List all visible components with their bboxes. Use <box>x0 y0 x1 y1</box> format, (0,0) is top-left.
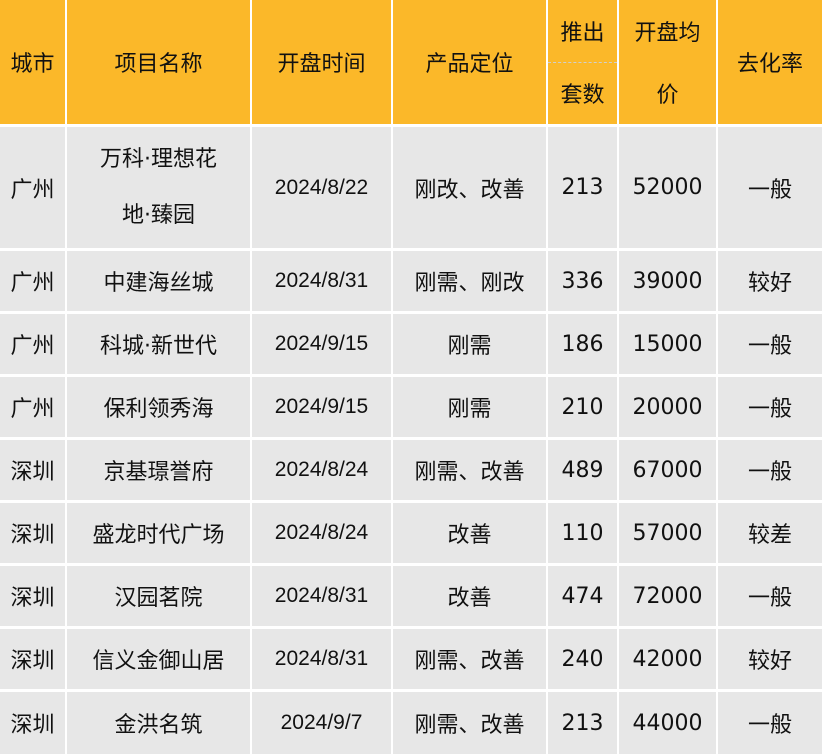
cell-positioning: 刚需、改善 <box>393 440 548 503</box>
table-row: 深圳 盛龙时代广场 2024/8/24 改善 110 57000 较差 <box>0 503 822 566</box>
cell-avg-price: 44000 <box>619 692 718 754</box>
cell-absorption: 一般 <box>718 127 822 251</box>
cell-avg-price: 67000 <box>619 440 718 503</box>
cell-open-date: 2024/8/24 <box>252 440 393 503</box>
header-units-line2: 套数 <box>560 83 605 109</box>
table-row: 深圳 信义金御山居 2024/8/31 刚需、改善 240 42000 较好 <box>0 629 822 692</box>
cell-positioning: 改善 <box>393 503 548 566</box>
header-price-line1: 开盘均 <box>634 21 701 46</box>
header-open-date: 开盘时间 <box>252 0 393 127</box>
cell-project: 京基璟誉府 <box>67 440 252 503</box>
table-row: 广州 中建海丝城 2024/8/31 刚需、刚改 336 39000 较好 <box>0 251 822 314</box>
cell-absorption: 较好 <box>718 251 822 314</box>
cell-positioning: 刚需、刚改 <box>393 251 548 314</box>
cell-avg-price: 15000 <box>619 314 718 377</box>
cell-project: 金洪名筑 <box>67 692 252 754</box>
header-row: 城市 项目名称 开盘时间 产品定位 推出 套数 开盘均 价 去化率 <box>0 0 822 127</box>
cell-open-date: 2024/8/24 <box>252 503 393 566</box>
cell-avg-price: 42000 <box>619 629 718 692</box>
cell-project-line1: 万科·理想花 <box>100 146 217 172</box>
cell-absorption: 较差 <box>718 503 822 566</box>
cell-absorption: 一般 <box>718 314 822 377</box>
cell-open-date: 2024/8/22 <box>252 127 393 251</box>
housing-launch-table: 城市 项目名称 开盘时间 产品定位 推出 套数 开盘均 价 去化率 广州 万科·… <box>0 0 822 754</box>
cell-absorption: 一般 <box>718 377 822 440</box>
cell-units: 213 <box>548 127 619 251</box>
cell-units: 474 <box>548 566 619 629</box>
cell-city: 广州 <box>0 377 67 440</box>
cell-avg-price: 72000 <box>619 566 718 629</box>
cell-city: 深圳 <box>0 566 67 629</box>
cell-avg-price: 20000 <box>619 377 718 440</box>
cell-positioning: 刚需、改善 <box>393 629 548 692</box>
cell-city: 广州 <box>0 251 67 314</box>
cell-avg-price: 39000 <box>619 251 718 314</box>
header-positioning: 产品定位 <box>393 0 548 127</box>
cell-project: 盛龙时代广场 <box>67 503 252 566</box>
cell-absorption: 一般 <box>718 440 822 503</box>
header-units-line1: 推出 <box>548 0 617 63</box>
table-row: 深圳 金洪名筑 2024/9/7 刚需、改善 213 44000 一般 <box>0 692 822 754</box>
cell-avg-price: 57000 <box>619 503 718 566</box>
cell-city: 深圳 <box>0 629 67 692</box>
header-project: 项目名称 <box>67 0 252 127</box>
cell-positioning: 刚需 <box>393 314 548 377</box>
cell-project: 科城·新世代 <box>67 314 252 377</box>
cell-open-date: 2024/8/31 <box>252 251 393 314</box>
header-absorption: 去化率 <box>718 0 822 127</box>
cell-units: 240 <box>548 629 619 692</box>
cell-city: 广州 <box>0 127 67 251</box>
cell-city: 深圳 <box>0 503 67 566</box>
cell-units: 210 <box>548 377 619 440</box>
cell-project: 万科·理想花 地·臻园 <box>67 127 252 251</box>
header-avg-price: 开盘均 价 <box>619 0 718 127</box>
cell-open-date: 2024/9/15 <box>252 377 393 440</box>
cell-city: 深圳 <box>0 692 67 754</box>
cell-units: 110 <box>548 503 619 566</box>
cell-absorption: 一般 <box>718 566 822 629</box>
cell-units: 186 <box>548 314 619 377</box>
cell-positioning: 刚需、改善 <box>393 692 548 754</box>
cell-city: 广州 <box>0 314 67 377</box>
cell-positioning: 刚需 <box>393 377 548 440</box>
header-units: 推出 套数 <box>548 0 619 127</box>
cell-open-date: 2024/9/15 <box>252 314 393 377</box>
cell-project-line2: 地·臻园 <box>122 202 195 228</box>
cell-positioning: 改善 <box>393 566 548 629</box>
cell-city: 深圳 <box>0 440 67 503</box>
table-row: 广州 保利领秀海 2024/9/15 刚需 210 20000 一般 <box>0 377 822 440</box>
table-row: 深圳 汉园茗院 2024/8/31 改善 474 72000 一般 <box>0 566 822 629</box>
cell-avg-price: 52000 <box>619 127 718 251</box>
cell-units: 336 <box>548 251 619 314</box>
cell-project: 保利领秀海 <box>67 377 252 440</box>
cell-positioning: 刚改、改善 <box>393 127 548 251</box>
cell-project: 信义金御山居 <box>67 629 252 692</box>
cell-project: 汉园茗院 <box>67 566 252 629</box>
cell-units: 213 <box>548 692 619 754</box>
cell-units: 489 <box>548 440 619 503</box>
cell-absorption: 一般 <box>718 692 822 754</box>
header-city: 城市 <box>0 0 67 127</box>
cell-open-date: 2024/8/31 <box>252 566 393 629</box>
cell-open-date: 2024/8/31 <box>252 629 393 692</box>
table-row: 广州 科城·新世代 2024/9/15 刚需 186 15000 一般 <box>0 314 822 377</box>
header-price-line2: 价 <box>656 83 679 108</box>
cell-open-date: 2024/9/7 <box>252 692 393 754</box>
table-row: 广州 万科·理想花 地·臻园 2024/8/22 刚改、改善 213 52000… <box>0 127 822 251</box>
table-row: 深圳 京基璟誉府 2024/8/24 刚需、改善 489 67000 一般 <box>0 440 822 503</box>
cell-project: 中建海丝城 <box>67 251 252 314</box>
cell-absorption: 较好 <box>718 629 822 692</box>
